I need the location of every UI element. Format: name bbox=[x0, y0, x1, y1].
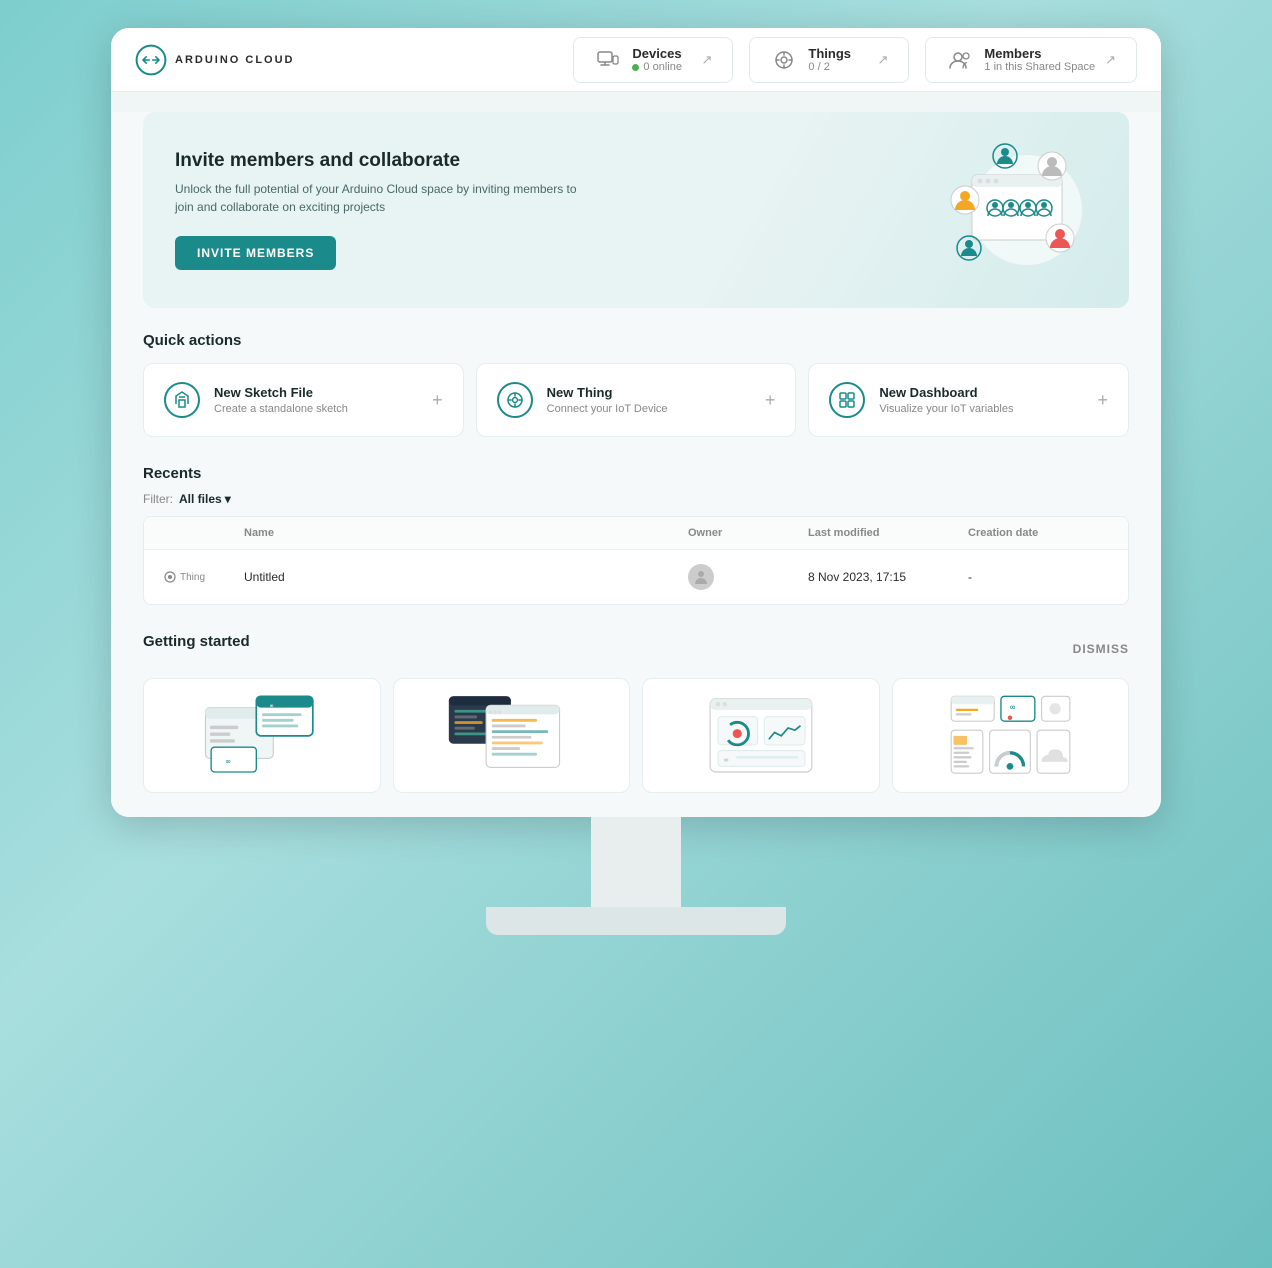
thing-icon bbox=[497, 382, 533, 418]
getting-started-title: Getting started bbox=[143, 633, 250, 650]
filter-row: Filter: All files ▾ bbox=[143, 492, 1129, 506]
gs-card-1[interactable]: ∞ ∞ bbox=[143, 678, 381, 793]
devices-arrow-icon: ↗ bbox=[702, 52, 713, 68]
things-stat[interactable]: Things 0 / 2 ↗ bbox=[749, 37, 909, 83]
filter-value[interactable]: All files ▾ bbox=[179, 492, 231, 506]
invite-banner: Invite members and collaborate Unlock th… bbox=[143, 112, 1129, 308]
quick-actions-title: Quick actions bbox=[143, 332, 1129, 349]
recents-header: Recents bbox=[143, 465, 1129, 482]
getting-started-cards: ∞ ∞ bbox=[143, 678, 1129, 793]
monitor-stand-base bbox=[486, 907, 786, 935]
devices-stat[interactable]: Devices 0 online ↗ bbox=[573, 37, 733, 83]
new-dashboard-desc: Visualize your IoT variables bbox=[879, 403, 1083, 415]
monitor-stand-neck bbox=[591, 817, 681, 907]
things-icon bbox=[770, 46, 798, 74]
row-name: Untitled bbox=[244, 570, 688, 584]
monitor-screen: ARDUINO CLOUD Devices 0 online bbox=[111, 28, 1161, 817]
owner-avatar bbox=[688, 564, 714, 590]
row-modified: 8 Nov 2023, 17:15 bbox=[808, 570, 968, 584]
devices-sub: 0 online bbox=[632, 61, 691, 73]
col-type bbox=[164, 527, 244, 539]
new-sketch-name: New Sketch File bbox=[214, 385, 418, 400]
new-thing-info: New Thing Connect your IoT Device bbox=[547, 385, 751, 415]
members-icon bbox=[946, 46, 974, 74]
new-dashboard-name: New Dashboard bbox=[879, 385, 1083, 400]
action-new-sketch[interactable]: New Sketch File Create a standalone sket… bbox=[143, 363, 464, 437]
col-modified: Last modified bbox=[808, 527, 968, 539]
arduino-logo-icon bbox=[135, 44, 167, 76]
svg-text:∞: ∞ bbox=[270, 703, 274, 709]
members-label: Members bbox=[984, 46, 1095, 61]
banner-illustration bbox=[897, 140, 1097, 280]
new-dashboard-plus-icon: + bbox=[1098, 390, 1109, 411]
row-created: - bbox=[968, 570, 1108, 584]
quick-actions-section: Quick actions New Sketch File C bbox=[143, 332, 1129, 437]
col-created: Creation date bbox=[968, 527, 1108, 539]
recents-section: Recents Filter: All files ▾ Name Owner L… bbox=[143, 465, 1129, 605]
new-dashboard-info: New Dashboard Visualize your IoT variabl… bbox=[879, 385, 1083, 415]
devices-label: Devices bbox=[632, 46, 691, 61]
table-row: Thing Untitled 8 Nov bbox=[144, 550, 1128, 604]
new-thing-plus-icon: + bbox=[765, 390, 776, 411]
action-new-dashboard[interactable]: New Dashboard Visualize your IoT variabl… bbox=[808, 363, 1129, 437]
new-sketch-info: New Sketch File Create a standalone sket… bbox=[214, 385, 418, 415]
action-new-thing[interactable]: New Thing Connect your IoT Device + bbox=[476, 363, 797, 437]
new-sketch-desc: Create a standalone sketch bbox=[214, 403, 418, 415]
getting-started-section: Getting started DISMISS ∞ bbox=[143, 633, 1129, 793]
sketch-icon bbox=[164, 382, 200, 418]
things-arrow-icon: ↗ bbox=[878, 52, 889, 68]
filter-label: Filter: bbox=[143, 492, 173, 506]
gs-card-3[interactable]: ∞ bbox=[642, 678, 880, 793]
col-name: Name bbox=[244, 527, 688, 539]
recents-title: Recents bbox=[143, 465, 201, 482]
gs-card-4[interactable]: ∞ bbox=[892, 678, 1130, 793]
logo-text: ARDUINO CLOUD bbox=[175, 54, 295, 66]
banner-subtitle: Unlock the full potential of your Arduin… bbox=[175, 180, 595, 216]
new-sketch-plus-icon: + bbox=[432, 390, 443, 411]
members-info: Members 1 in this Shared Space bbox=[984, 46, 1095, 73]
new-thing-desc: Connect your IoT Device bbox=[547, 403, 751, 415]
dismiss-button[interactable]: DISMISS bbox=[1073, 642, 1129, 656]
row-type: Thing bbox=[164, 571, 244, 583]
things-label: Things bbox=[808, 46, 867, 61]
main-content: Invite members and collaborate Unlock th… bbox=[111, 112, 1161, 817]
devices-icon bbox=[594, 46, 622, 74]
banner-title: Invite members and collaborate bbox=[175, 150, 897, 172]
svg-text:∞: ∞ bbox=[723, 756, 728, 763]
quick-actions-list: New Sketch File Create a standalone sket… bbox=[143, 363, 1129, 437]
logo-area: ARDUINO CLOUD bbox=[135, 44, 295, 76]
filter-chevron-icon: ▾ bbox=[225, 492, 231, 506]
members-sub: 1 in this Shared Space bbox=[984, 61, 1095, 73]
new-thing-name: New Thing bbox=[547, 385, 751, 400]
row-owner bbox=[688, 564, 808, 590]
svg-text:∞: ∞ bbox=[226, 757, 231, 766]
header: ARDUINO CLOUD Devices 0 online bbox=[111, 28, 1161, 92]
invite-members-button[interactable]: INVITE MEMBERS bbox=[175, 236, 336, 270]
members-arrow-icon: ↗ bbox=[1105, 52, 1116, 68]
devices-info: Devices 0 online bbox=[632, 46, 691, 73]
things-info: Things 0 / 2 bbox=[808, 46, 867, 73]
svg-text:∞: ∞ bbox=[1010, 703, 1016, 713]
members-stat[interactable]: Members 1 in this Shared Space ↗ bbox=[925, 37, 1137, 83]
banner-text: Invite members and collaborate Unlock th… bbox=[175, 150, 897, 270]
gs-card-2[interactable] bbox=[393, 678, 631, 793]
online-dot bbox=[632, 64, 639, 71]
table-header-row: Name Owner Last modified Creation date bbox=[144, 517, 1128, 550]
col-owner: Owner bbox=[688, 527, 808, 539]
dashboard-icon bbox=[829, 382, 865, 418]
getting-started-header: Getting started DISMISS bbox=[143, 633, 1129, 664]
things-sub: 0 / 2 bbox=[808, 61, 867, 73]
recents-table: Name Owner Last modified Creation date bbox=[143, 516, 1129, 605]
